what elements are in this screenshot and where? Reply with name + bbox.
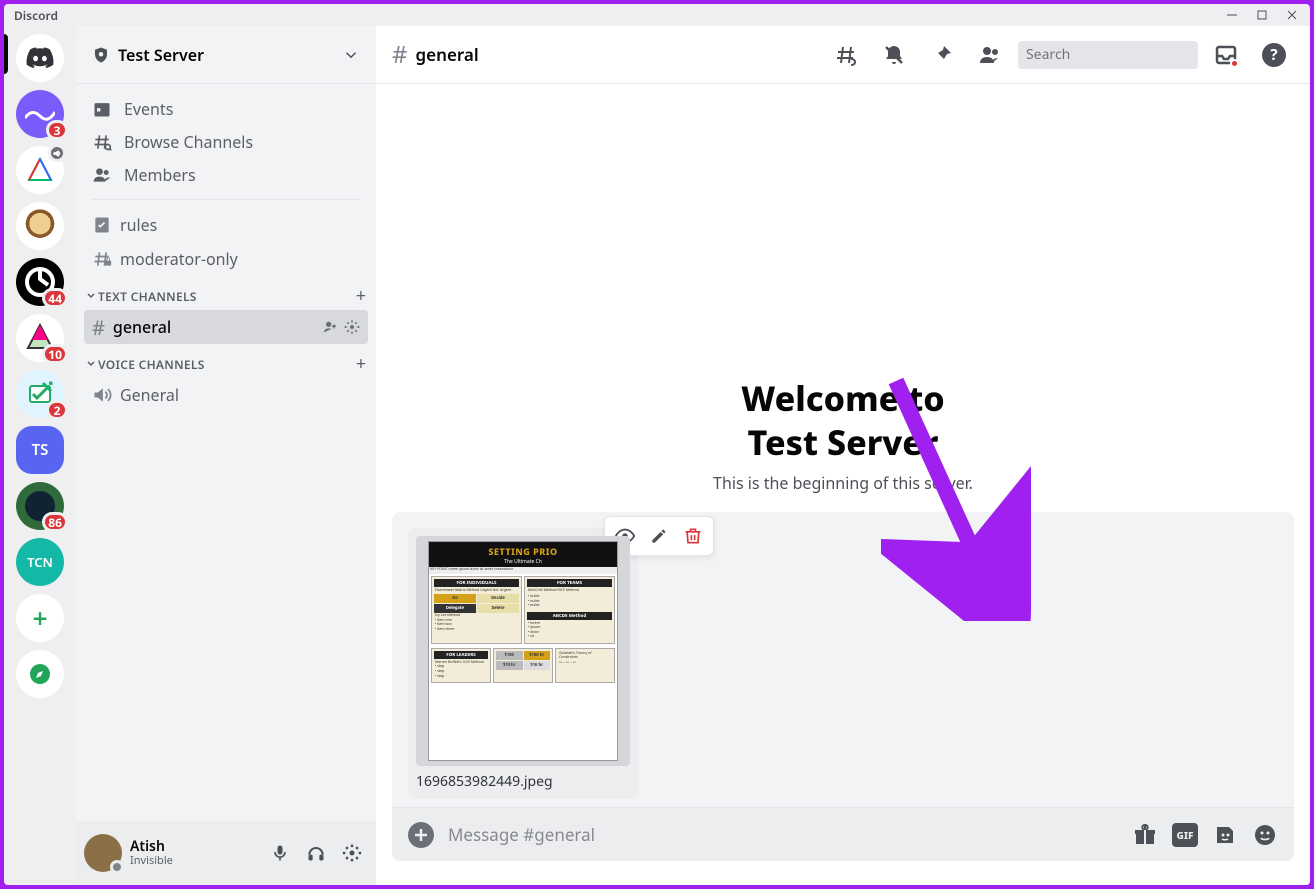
unread-badge: 86 <box>42 512 68 532</box>
add-channel-button[interactable]: + <box>356 352 366 376</box>
chevron-down-icon <box>86 291 96 301</box>
window-minimize-button[interactable] <box>1218 5 1246 25</box>
message-input[interactable] <box>448 823 1118 846</box>
message-composer: GIF <box>392 807 1294 861</box>
titlebar: Discord <box>4 4 1310 26</box>
server-item[interactable]: TCN <box>16 538 64 586</box>
attachment-filename: 1696853982449.jpeg <box>416 772 630 791</box>
chevron-down-icon <box>342 46 360 64</box>
gif-icon: GIF <box>1172 823 1198 847</box>
server-item[interactable] <box>16 202 64 250</box>
pinned-button[interactable] <box>930 43 954 67</box>
search-box[interactable] <box>1018 41 1198 69</box>
pencil-icon <box>649 526 669 546</box>
channel-name-label: general <box>416 43 479 66</box>
plus-icon <box>413 827 429 843</box>
category-text-channels[interactable]: TEXT CHANNELS+ <box>84 276 368 310</box>
server-header[interactable]: Test Server <box>76 26 376 84</box>
rules-icon <box>92 215 112 235</box>
app-name: Discord <box>14 7 58 24</box>
speaker-icon <box>92 385 112 405</box>
unread-badge: 3 <box>46 120 68 140</box>
server-item[interactable] <box>16 146 64 194</box>
search-input[interactable] <box>1026 45 1226 64</box>
server-item[interactable]: 3 <box>16 90 64 138</box>
trash-icon <box>683 526 703 546</box>
members-nav[interactable]: Members <box>84 159 368 191</box>
members-icon <box>92 165 112 185</box>
browse-icon <box>92 132 112 152</box>
settings-button[interactable] <box>336 837 368 869</box>
edit-attachment-button[interactable] <box>642 520 676 552</box>
emoji-icon <box>1253 823 1277 847</box>
user-info[interactable]: AtishInvisible <box>130 839 256 866</box>
chevron-down-icon <box>86 359 96 369</box>
shield-icon <box>92 46 110 64</box>
user-avatar[interactable] <box>84 834 122 872</box>
help-button[interactable]: ? <box>1262 43 1286 67</box>
gift-button[interactable] <box>1132 822 1158 848</box>
channel-moderator-only[interactable]: moderator-only <box>84 242 368 276</box>
gift-icon <box>1133 823 1157 847</box>
server-item[interactable]: 44 <box>16 258 64 306</box>
gear-icon <box>342 843 362 863</box>
hash-lock-icon <box>92 249 112 269</box>
attach-button[interactable] <box>408 822 434 848</box>
server-item[interactable]: 10 <box>16 314 64 362</box>
server-item[interactable]: 86 <box>16 482 64 530</box>
welcome-block: Welcome toTest Server This is the beginn… <box>376 366 1310 506</box>
browse-channels-nav[interactable]: Browse Channels <box>84 126 368 158</box>
channel-rules[interactable]: rules <box>84 208 368 242</box>
sticker-button[interactable] <box>1212 822 1238 848</box>
welcome-subtitle: This is the beginning of this server. <box>376 472 1310 494</box>
user-panel: AtishInvisible <box>76 821 376 885</box>
compass-icon <box>28 662 52 686</box>
microphone-icon <box>270 843 290 863</box>
events-nav[interactable]: Events <box>84 93 368 125</box>
server-item-current[interactable]: TS <box>16 426 64 474</box>
unread-badge: 44 <box>42 288 68 308</box>
mute-button[interactable] <box>264 837 296 869</box>
headphones-icon <box>306 843 326 863</box>
window-maximize-button[interactable] <box>1248 5 1276 25</box>
add-server-button[interactable]: + <box>16 594 64 642</box>
notifications-button[interactable] <box>882 43 906 67</box>
attachment-thumbnail: SETTING PRIO The Ultimate Ch KEY POINT l… <box>416 536 630 766</box>
gear-icon[interactable] <box>344 319 360 335</box>
hash-icon: # <box>392 38 408 71</box>
server-rail: 3 44 10 2 TS 86 TCN + <box>4 26 76 885</box>
threads-button[interactable] <box>834 43 858 67</box>
upload-preview-area: SETTING PRIO The Ultimate Ch KEY POINT l… <box>392 512 1294 807</box>
status-invisible-icon <box>110 860 124 874</box>
hash-icon: # <box>92 314 105 341</box>
explore-servers-button[interactable] <box>16 650 64 698</box>
add-channel-button[interactable]: + <box>356 284 366 308</box>
window-close-button[interactable] <box>1278 5 1306 25</box>
delete-attachment-button[interactable] <box>676 520 710 552</box>
help-icon: ? <box>1262 43 1286 67</box>
gif-button[interactable]: GIF <box>1172 822 1198 848</box>
server-item[interactable]: 2 <box>16 370 64 418</box>
invite-icon[interactable] <box>322 319 338 335</box>
emoji-button[interactable] <box>1252 822 1278 848</box>
channel-voice-general[interactable]: General <box>84 378 368 412</box>
channel-sidebar: Test Server Events Browse Channels Membe… <box>76 26 376 885</box>
unread-badge: 2 <box>46 400 68 420</box>
channel-topbar: # general ? <box>376 26 1310 84</box>
attachment-card[interactable]: SETTING PRIO The Ultimate Ch KEY POINT l… <box>408 528 638 799</box>
unread-badge: 10 <box>42 344 68 364</box>
channel-general[interactable]: #general <box>84 310 368 344</box>
deafen-button[interactable] <box>300 837 332 869</box>
server-name: Test Server <box>118 44 204 66</box>
inbox-button[interactable] <box>1214 43 1238 67</box>
member-list-button[interactable] <box>978 43 1002 67</box>
calendar-icon <box>92 99 112 119</box>
speaker-icon <box>48 144 66 162</box>
home-server[interactable] <box>16 34 64 82</box>
main-content: # general ? Welcome toTest Server This is… <box>376 26 1310 885</box>
discord-icon <box>26 47 54 69</box>
notification-dot <box>1230 59 1239 68</box>
category-voice-channels[interactable]: VOICE CHANNELS+ <box>84 344 368 378</box>
sticker-icon <box>1213 823 1237 847</box>
